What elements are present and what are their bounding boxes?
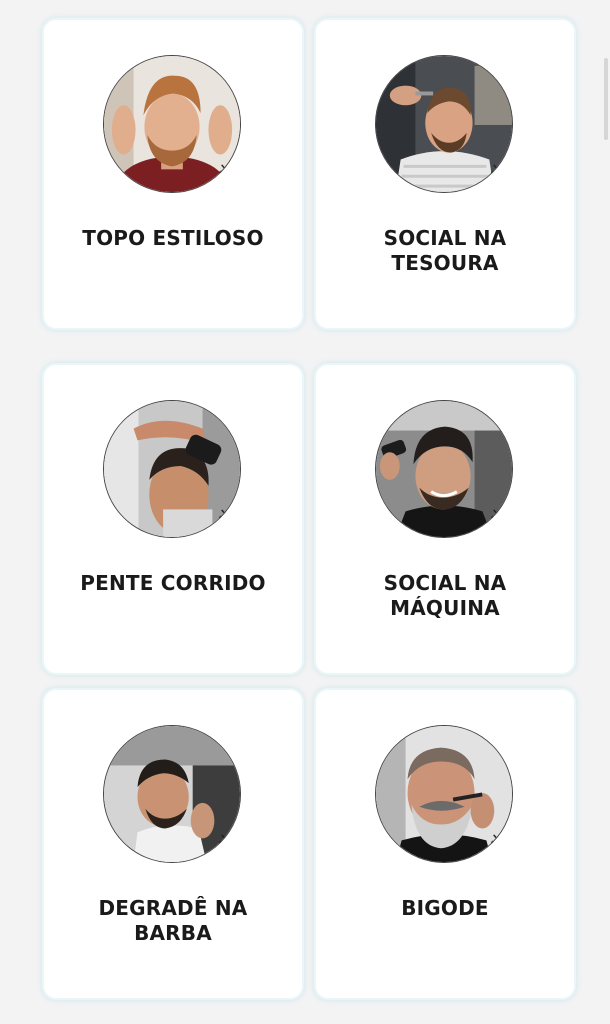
service-label: PENTE CORRIDO bbox=[80, 571, 266, 595]
service-label: SOCIAL NA TESOURA bbox=[383, 226, 507, 275]
scissors-icon bbox=[218, 164, 231, 177]
service-label: SOCIAL NA MÁQUINA bbox=[383, 571, 507, 620]
service-card-topo-estiloso[interactable]: TOPO ESTILOSO bbox=[44, 20, 302, 328]
scrollbar[interactable] bbox=[604, 58, 608, 140]
service-card-social-na-maquina[interactable]: SOCIAL NA MÁQUINA bbox=[316, 365, 574, 673]
service-photo-bigode bbox=[375, 725, 513, 863]
service-label: BIGODE bbox=[401, 896, 489, 920]
scissors-icon bbox=[218, 509, 231, 522]
service-photo-degrade-na-barba bbox=[103, 725, 241, 863]
service-label: DEGRADÊ NA BARBA bbox=[98, 896, 248, 945]
service-photo-topo-estiloso bbox=[103, 55, 241, 193]
service-card-pente-corrido[interactable]: PENTE CORRIDO bbox=[44, 365, 302, 673]
scissors-icon bbox=[490, 164, 503, 177]
scissors-icon bbox=[218, 834, 231, 847]
service-photo-social-na-maquina bbox=[375, 400, 513, 538]
service-card-bigode[interactable]: BIGODE bbox=[316, 690, 574, 998]
scissors-icon bbox=[490, 509, 503, 522]
service-photo-pente-corrido bbox=[103, 400, 241, 538]
scissors-icon bbox=[490, 834, 503, 847]
service-card-social-na-tesoura[interactable]: SOCIAL NA TESOURA bbox=[316, 20, 574, 328]
service-label: TOPO ESTILOSO bbox=[82, 226, 264, 250]
service-photo-social-na-tesoura bbox=[375, 55, 513, 193]
service-card-degrade-na-barba[interactable]: DEGRADÊ NA BARBA bbox=[44, 690, 302, 998]
